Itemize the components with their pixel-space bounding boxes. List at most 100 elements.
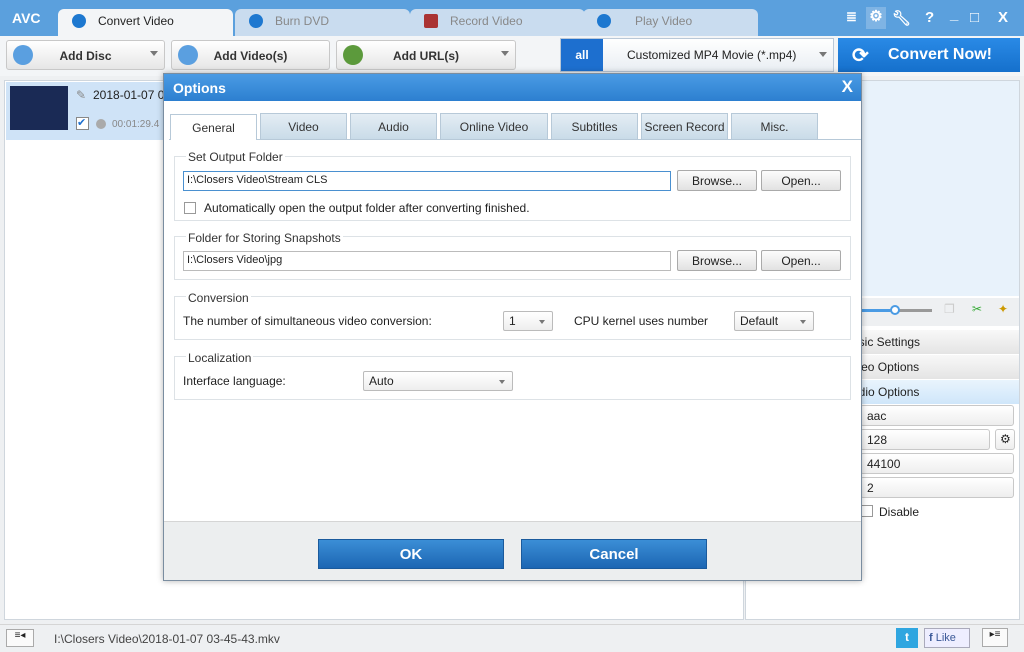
simultaneous-select[interactable]: 1 (503, 311, 553, 331)
app-logo: AVC (12, 10, 41, 26)
list-toggle-button[interactable]: ≡◂ (6, 629, 34, 647)
edit-icon[interactable]: ✎ (76, 88, 86, 102)
tab-online-video[interactable]: Online Video (440, 113, 548, 139)
tab-audio[interactable]: Audio (350, 113, 437, 139)
log-icon[interactable]: ≣ (846, 9, 857, 25)
chevron-down-icon[interactable] (150, 51, 158, 56)
tab-misc[interactable]: Misc. (731, 113, 818, 139)
label: Like (935, 632, 956, 644)
cancel-button[interactable]: Cancel (521, 539, 707, 569)
add-url-button[interactable]: Add URL(s) (336, 40, 516, 70)
play-icon (597, 14, 611, 28)
value: aac (867, 409, 887, 423)
profile-icon: all (561, 39, 603, 71)
value: 1 (509, 314, 516, 328)
scissors-icon[interactable]: ✂ (972, 302, 982, 316)
gear-icon[interactable]: ⚙ (995, 429, 1015, 450)
convert-icon (72, 14, 86, 28)
audio-bitrate-select[interactable]: 128 (860, 429, 990, 450)
magic-wand-icon[interactable]: ✦ (998, 302, 1008, 316)
label: Add Video(s) (213, 49, 288, 63)
disable-label: Disable (879, 505, 920, 519)
chevron-down-icon[interactable] (501, 51, 509, 56)
tab-label: Record Video (450, 14, 523, 28)
label: Convert Now! (888, 46, 992, 63)
add-disc-button[interactable]: Add Disc (6, 40, 165, 70)
globe-icon (343, 45, 363, 65)
file-checkbox[interactable]: ✔ (76, 117, 89, 130)
ok-button[interactable]: OK (318, 539, 504, 569)
add-videos-button[interactable]: Add Video(s) (171, 40, 330, 70)
copy-icon[interactable]: ❐ (944, 302, 955, 316)
wrench-icon[interactable]: 🔧︎ (892, 9, 911, 27)
facebook-icon: f (929, 632, 936, 644)
tab-video[interactable]: Video (260, 113, 347, 139)
snapshots-browse-button[interactable]: Browse... (677, 250, 757, 271)
output-open-button[interactable]: Open... (761, 170, 841, 191)
file-name: 2018-01-07 0 (93, 88, 165, 102)
tab-screen-record[interactable]: Screen Record (641, 113, 728, 139)
convert-now-button[interactable]: ⟳ Convert Now! (838, 38, 1020, 72)
output-profile-select[interactable]: all Customized MP4 Movie (*.mp4) (560, 38, 834, 72)
label: Add Disc (59, 49, 112, 63)
snapshots-folder-input[interactable]: I:\Closers Video\jpg (183, 251, 671, 271)
dialog-title: Options (173, 80, 226, 96)
tab-convert-video[interactable]: Convert Video (58, 9, 233, 36)
chevron-down-icon (499, 380, 505, 384)
settings-gear-icon[interactable]: ⚙ (866, 7, 886, 29)
output-folder-label: Set Output Folder (186, 150, 285, 164)
refresh-icon: ⟳ (852, 45, 869, 67)
status-path: I:\Closers Video\2018-01-07 03-45-43.mkv (54, 632, 280, 646)
value: 2 (867, 481, 874, 495)
profile-value: Customized MP4 Movie (*.mp4) (627, 48, 797, 62)
minimize-button[interactable]: _ (950, 6, 958, 23)
channels-select[interactable]: 2 (860, 477, 1014, 498)
language-select[interactable]: Auto (363, 371, 513, 391)
value: 44100 (867, 457, 901, 471)
tab-label: Burn DVD (275, 14, 330, 28)
tab-subtitles[interactable]: Subtitles (551, 113, 638, 139)
auto-open-label: Automatically open the output folder aft… (204, 201, 530, 215)
tab-general[interactable]: General (170, 114, 257, 140)
tab-label: Play Video (635, 14, 693, 28)
tab-burn-dvd[interactable]: Burn DVD (235, 9, 410, 36)
record-icon (424, 14, 438, 28)
auto-open-checkbox[interactable] (184, 202, 196, 214)
panel-toggle-button[interactable]: ▸≡ (982, 628, 1008, 647)
dialog-footer: OK Cancel (164, 521, 861, 580)
tab-divider (169, 139, 861, 140)
conversion-label: Conversion (186, 291, 251, 305)
cpu-label: CPU kernel uses number (574, 314, 709, 328)
dialog-close-button[interactable]: X (842, 77, 853, 97)
twitter-icon[interactable]: t (896, 628, 918, 648)
chevron-down-icon (819, 52, 827, 57)
video-thumbnail (10, 86, 68, 130)
audio-codec-select[interactable]: aac (860, 405, 1014, 426)
tab-record-video[interactable]: Record Video (410, 9, 585, 36)
sample-rate-select[interactable]: 44100 (860, 453, 1014, 474)
tab-label: Convert Video (98, 14, 174, 28)
localization-label: Localization (186, 351, 254, 365)
simultaneous-label: The number of simultaneous video convers… (183, 314, 432, 328)
value: Auto (369, 374, 394, 388)
maximize-button[interactable]: □ (970, 9, 979, 26)
output-folder-input[interactable]: I:\Closers Video\Stream CLS (183, 171, 671, 191)
disc-icon (13, 45, 33, 65)
tab-play-video[interactable]: Play Video (583, 9, 758, 36)
disable-audio-checkbox[interactable] (861, 505, 873, 517)
dialog-header: Options X (164, 74, 861, 101)
close-button[interactable]: X (998, 9, 1008, 26)
film-icon (178, 45, 198, 65)
slider-handle[interactable] (890, 305, 900, 315)
chevron-down-icon (539, 320, 545, 324)
output-browse-button[interactable]: Browse... (677, 170, 757, 191)
chevron-down-icon (800, 320, 806, 324)
snapshots-label: Folder for Storing Snapshots (186, 231, 343, 245)
facebook-like-button[interactable]: f Like (924, 628, 970, 648)
help-button[interactable]: ? (925, 9, 934, 26)
value: 128 (867, 433, 888, 447)
snapshots-open-button[interactable]: Open... (761, 250, 841, 271)
cpu-select[interactable]: Default (734, 311, 814, 331)
language-label: Interface language: (183, 374, 286, 388)
options-dialog: Options X General Video Audio Online Vide… (163, 73, 862, 581)
